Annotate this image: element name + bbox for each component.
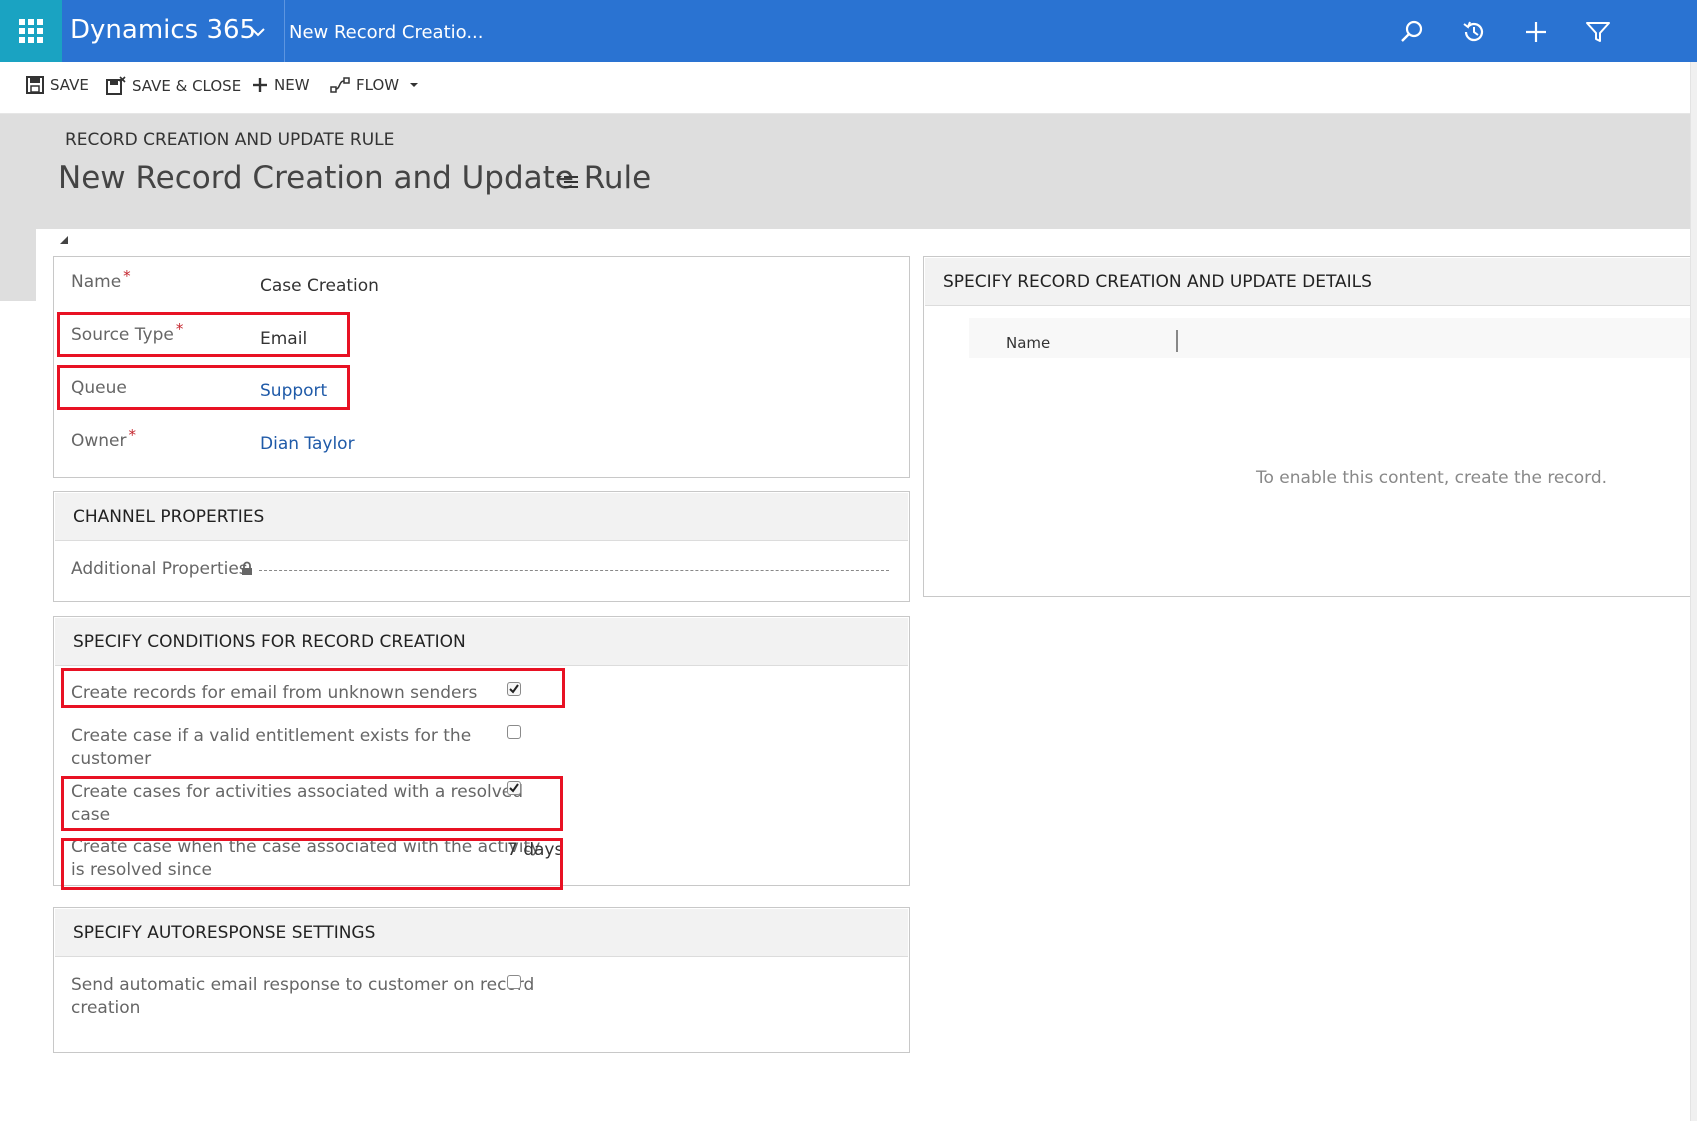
filter-icon[interactable] (1584, 18, 1612, 46)
details-section: SPECIFY RECORD CREATION AND UPDATE DETAI… (923, 256, 1697, 597)
channel-properties-header: CHANNEL PROPERTIES (55, 493, 908, 541)
plus-icon[interactable] (1522, 18, 1550, 46)
additional-properties-label: Additional Properties (71, 559, 248, 579)
highlight-resolved-since (61, 838, 563, 890)
conditions-header: SPECIFY CONDITIONS FOR RECORD CREATION (55, 618, 908, 666)
send-autoresponse-checkbox[interactable] (507, 975, 521, 989)
highlight-queue (57, 365, 350, 410)
autoresponse-header: SPECIFY AUTORESPONSE SETTINGS (55, 909, 908, 957)
vertical-scrollbar[interactable] (1690, 62, 1697, 1121)
subgrid-column-name[interactable]: Name (1006, 334, 1050, 352)
send-autoresponse-label: Send automatic email response to custome… (71, 975, 535, 1018)
save-label: SAVE (50, 76, 89, 94)
column-resize-handle[interactable] (1176, 330, 1178, 352)
app-launcher-button[interactable] (0, 0, 62, 62)
new-button[interactable]: NEW (252, 76, 310, 94)
record-tab[interactable]: New Record Creatio... (289, 22, 484, 43)
recent-history-icon[interactable] (1460, 18, 1488, 46)
top-nav-bar: Dynamics 365 New Record Creatio... (0, 0, 1697, 62)
caret-down-icon (410, 83, 419, 87)
save-and-close-button[interactable]: SAVE & CLOSE (106, 76, 241, 96)
subgrid-empty-message: To enable this content, create the recor… (1256, 468, 1608, 488)
channel-properties-section: CHANNEL PROPERTIES Additional Properties (53, 491, 910, 602)
search-icon[interactable] (1398, 18, 1426, 46)
name-value[interactable]: Case Creation (260, 276, 379, 296)
flow-button[interactable]: FLOW (330, 76, 427, 94)
nav-divider (284, 0, 285, 62)
save-button[interactable]: SAVE (26, 76, 89, 94)
left-strip (0, 229, 36, 301)
chevron-down-icon[interactable] (248, 22, 268, 42)
highlight-source-type (57, 312, 350, 357)
highlight-unknown-senders (61, 668, 565, 708)
subgrid-header (969, 318, 1697, 358)
collapse-section-icon[interactable] (60, 236, 68, 244)
lock-icon (242, 561, 252, 575)
additional-properties-field[interactable] (259, 570, 889, 571)
app-brand[interactable]: Dynamics 365 (70, 15, 256, 45)
name-label: Name * (71, 267, 131, 292)
flow-label: FLOW (356, 76, 400, 94)
save-icon (26, 76, 44, 94)
command-bar: SAVE SAVE & CLOSE NEW FLOW (0, 62, 1697, 114)
owner-label: Owner * (71, 426, 137, 451)
details-header: SPECIFY RECORD CREATION AND UPDATE DETAI… (925, 258, 1695, 306)
plus-icon (253, 78, 267, 92)
new-label: NEW (274, 76, 310, 94)
app-launcher-icon (19, 19, 43, 43)
entity-type-label: RECORD CREATION AND UPDATE RULE (65, 130, 395, 150)
required-mark: * (128, 426, 137, 444)
save-close-icon (106, 76, 126, 95)
autoresponse-section: SPECIFY AUTORESPONSE SETTINGS Send autom… (53, 907, 910, 1053)
entitlement-checkbox[interactable] (507, 725, 521, 739)
required-mark: * (123, 267, 131, 285)
flow-icon (330, 77, 350, 93)
highlight-resolved-case (61, 776, 563, 831)
entitlement-label: Create case if a valid entitlement exist… (71, 726, 472, 769)
form-selector-icon[interactable] (556, 172, 580, 190)
save-close-label: SAVE & CLOSE (132, 77, 242, 95)
owner-link[interactable]: Dian Taylor (260, 434, 355, 454)
